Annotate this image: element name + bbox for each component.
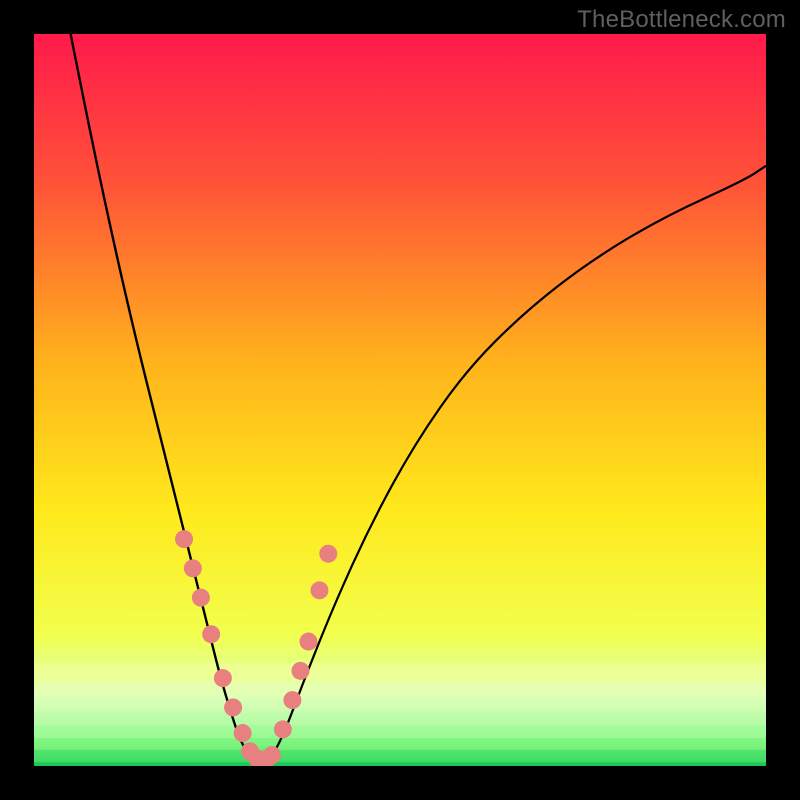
data-marker <box>184 559 202 577</box>
gradient-bg <box>34 34 766 766</box>
data-marker <box>291 662 309 680</box>
data-marker <box>263 746 281 764</box>
chart-container: TheBottleneck.com <box>0 0 800 800</box>
data-marker <box>283 691 301 709</box>
data-marker <box>202 625 220 643</box>
data-marker <box>214 669 232 687</box>
data-marker <box>234 724 252 742</box>
data-marker <box>224 698 242 716</box>
data-marker <box>300 633 318 651</box>
data-marker <box>274 720 292 738</box>
data-marker <box>175 530 193 548</box>
data-marker <box>310 581 328 599</box>
bottom-stripes <box>34 664 766 766</box>
data-marker <box>192 589 210 607</box>
plot-area <box>34 34 766 766</box>
data-marker <box>319 545 337 563</box>
chart-svg <box>34 34 766 766</box>
watermark-text: TheBottleneck.com <box>577 6 786 34</box>
